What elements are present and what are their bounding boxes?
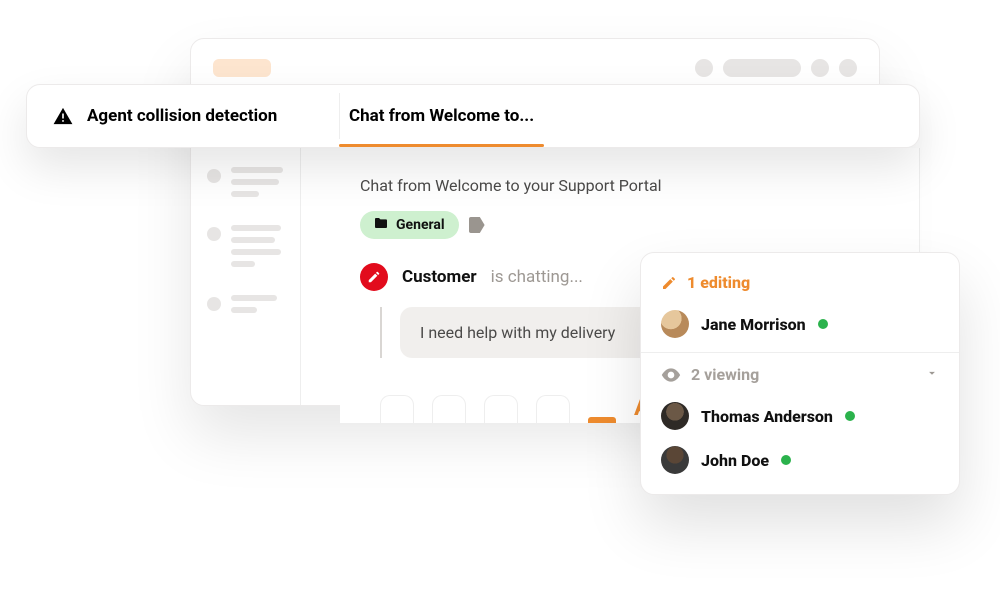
presence-user-viewing[interactable]: John Doe: [641, 438, 959, 482]
titlebar-actions: [695, 59, 857, 77]
online-status-icon: [781, 455, 791, 465]
bottom-tab-placeholder[interactable]: [432, 395, 466, 423]
active-ticket-tab-label: Chat from Welcome to...: [349, 106, 534, 126]
presence-panel: 1 editing Jane Morrison 2 viewing Thomas…: [640, 252, 960, 495]
bottom-tab-active-indicator: [588, 417, 616, 423]
sidebar-item-placeholder: [207, 167, 284, 197]
titlebar-action-placeholder: [695, 59, 713, 77]
brand-pill: [213, 59, 271, 77]
alert-banner: Agent collision detection Chat from Welc…: [26, 84, 920, 148]
editing-header: 1 editing: [641, 267, 959, 302]
titlebar-action-placeholder: [839, 59, 857, 77]
chat-status: is chatting...: [491, 267, 583, 287]
warning-icon: [53, 107, 73, 125]
bottom-tab-placeholder[interactable]: [380, 395, 414, 423]
avatar: [661, 310, 689, 338]
avatar: [661, 402, 689, 430]
presence-user-editing[interactable]: Jane Morrison: [641, 302, 959, 346]
eye-icon: [661, 368, 681, 382]
collision-alert-label: Agent collision detection: [87, 106, 277, 126]
user-name: Jane Morrison: [701, 315, 806, 334]
viewing-header[interactable]: 2 viewing: [641, 359, 959, 394]
chat-author: Customer: [402, 267, 477, 287]
sidebar-item-placeholder: [207, 225, 284, 267]
viewing-count-label: 2 viewing: [691, 365, 759, 384]
tag-general[interactable]: General: [360, 211, 459, 239]
pencil-icon: [661, 275, 677, 291]
active-ticket-tab[interactable]: Chat from Welcome to...: [339, 85, 544, 147]
online-status-icon: [845, 411, 855, 421]
ticket-subject: Chat from Welcome to your Support Portal: [340, 148, 919, 211]
sidebar-item-placeholder: [207, 295, 284, 313]
titlebar-action-placeholder: [723, 59, 801, 77]
bottom-tab-placeholder[interactable]: [484, 395, 518, 423]
add-tag-icon[interactable]: [469, 217, 485, 233]
editing-count-label: 1 editing: [687, 273, 750, 292]
avatar: [661, 446, 689, 474]
bottom-tab-placeholder[interactable]: [536, 395, 570, 423]
user-name: John Doe: [701, 451, 769, 470]
editing-indicator-icon: [360, 263, 388, 291]
folder-icon: [374, 217, 388, 233]
tag-label: General: [396, 217, 445, 233]
chevron-down-icon: [925, 365, 939, 384]
presence-user-viewing[interactable]: Thomas Anderson: [641, 394, 959, 438]
collision-alert: Agent collision detection: [27, 85, 339, 147]
online-status-icon: [818, 319, 828, 329]
titlebar-action-placeholder: [811, 59, 829, 77]
tag-row: General: [340, 211, 919, 257]
user-name: Thomas Anderson: [701, 407, 833, 426]
